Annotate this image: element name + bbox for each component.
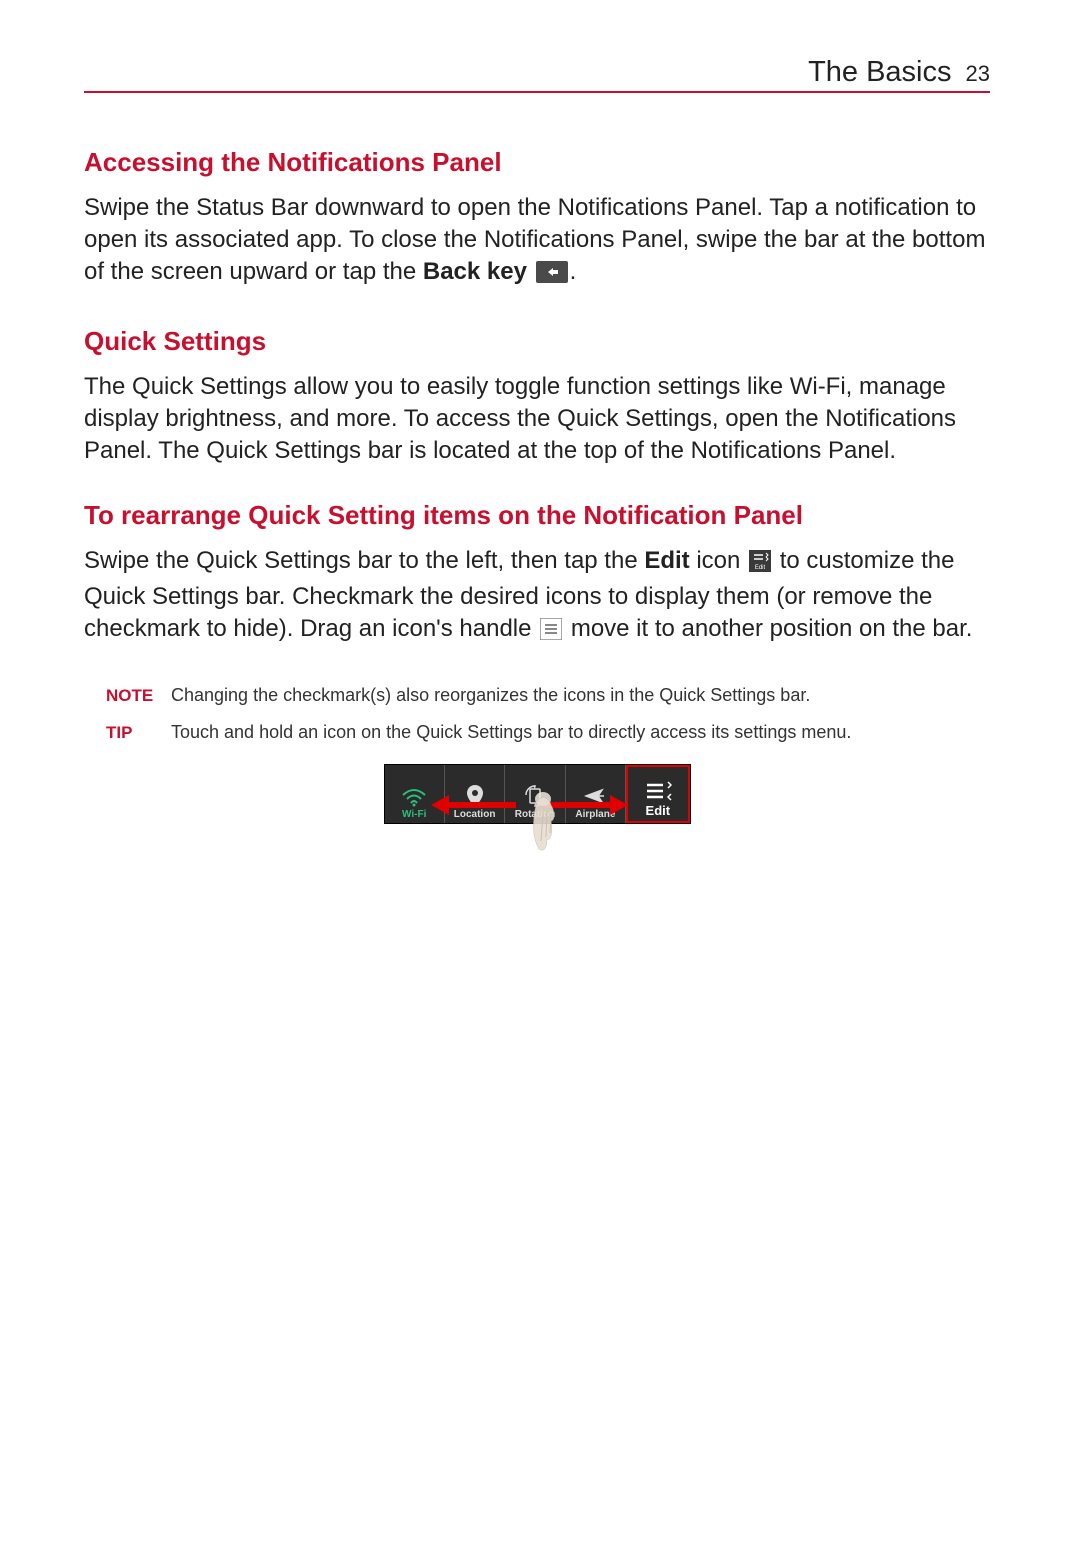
qs-item-label: Rotation bbox=[515, 809, 556, 820]
back-key-icon bbox=[536, 260, 568, 292]
text-fragment: Swipe the Quick Settings bar to the left… bbox=[84, 547, 644, 574]
svg-text:Edit: Edit bbox=[755, 565, 766, 571]
qs-item-wifi: Wi-Fi bbox=[385, 765, 445, 823]
note-text: Changing the checkmark(s) also reorganiz… bbox=[171, 683, 990, 708]
manual-page: The Basics 23 Accessing the Notification… bbox=[0, 0, 1080, 824]
quick-settings-bar: Wi-Fi Location bbox=[384, 764, 691, 824]
drag-handle-icon bbox=[540, 617, 562, 649]
heading-quick-settings: Quick Settings bbox=[84, 326, 990, 357]
tip-row: TIP Touch and hold an icon on the Quick … bbox=[106, 720, 990, 745]
qs-item-label: Edit bbox=[646, 803, 671, 818]
qs-item-label: Wi-Fi bbox=[402, 809, 426, 820]
qs-item-rotation: Rotation bbox=[505, 765, 565, 823]
heading-rearrange-quick-settings: To rearrange Quick Setting items on the … bbox=[84, 500, 990, 531]
wifi-icon bbox=[401, 787, 427, 807]
text-fragment: icon bbox=[690, 547, 747, 574]
note-label: NOTE bbox=[106, 686, 171, 706]
note-row: NOTE Changing the checkmark(s) also reor… bbox=[106, 683, 990, 708]
page-header: The Basics 23 bbox=[84, 56, 990, 93]
text-fragment: . bbox=[570, 258, 577, 285]
tip-text: Touch and hold an icon on the Quick Sett… bbox=[171, 720, 990, 745]
back-key-label: Back key bbox=[423, 258, 527, 285]
quick-settings-figure: Wi-Fi Location bbox=[84, 764, 990, 824]
page-number: 23 bbox=[966, 61, 990, 87]
qs-item-airplane: Airplane bbox=[566, 765, 626, 823]
qs-item-label: Location bbox=[454, 809, 496, 820]
paragraph-rearrange-quick-settings: Swipe the Quick Settings bar to the left… bbox=[84, 545, 990, 649]
heading-accessing-notifications: Accessing the Notifications Panel bbox=[84, 147, 990, 178]
edit-icon: Edit bbox=[749, 549, 771, 581]
chapter-title: The Basics bbox=[808, 56, 951, 89]
airplane-icon bbox=[584, 785, 606, 807]
qs-item-edit: Edit bbox=[626, 765, 689, 823]
edit-label: Edit bbox=[644, 547, 689, 574]
rotation-icon bbox=[523, 785, 547, 807]
paragraph-quick-settings: The Quick Settings allow you to easily t… bbox=[84, 371, 990, 467]
location-icon bbox=[465, 785, 485, 807]
qs-item-location: Location bbox=[445, 765, 505, 823]
edit-list-icon bbox=[644, 781, 672, 801]
paragraph-accessing-notifications: Swipe the Status Bar downward to open th… bbox=[84, 192, 990, 292]
text-fragment: move it to another position on the bar. bbox=[571, 615, 973, 642]
tip-label: TIP bbox=[106, 723, 171, 743]
qs-item-label: Airplane bbox=[575, 809, 615, 820]
